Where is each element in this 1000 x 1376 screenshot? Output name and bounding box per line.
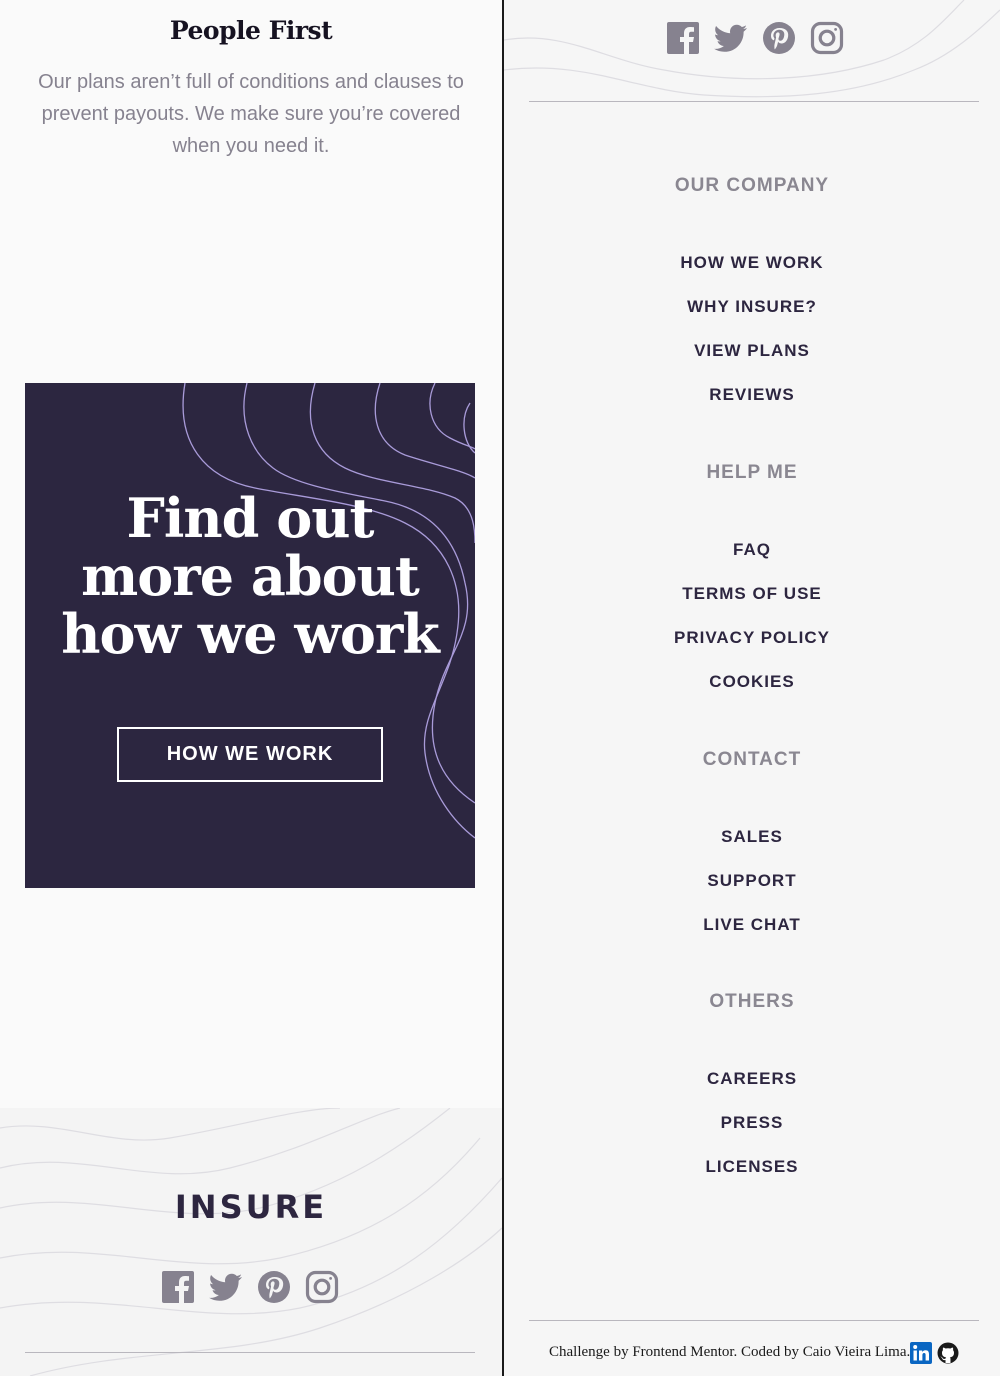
section-heading-contact: CONTACT	[702, 749, 802, 770]
pinterest-icon[interactable]	[257, 1270, 291, 1304]
section-heading-others: OTHERS	[709, 991, 795, 1012]
how-we-work-button[interactable]: HOW WE WORK	[117, 727, 383, 782]
section-heading-help-me: HELP ME	[706, 462, 798, 483]
instagram-icon[interactable]	[810, 21, 844, 55]
github-icon[interactable]	[937, 1342, 959, 1364]
nav-link-support[interactable]: SUPPORT	[504, 871, 1000, 891]
nav-link-live-chat[interactable]: LIVE CHAT	[504, 915, 1000, 935]
twitter-icon[interactable]	[209, 1270, 243, 1304]
footer-social-links	[161, 1270, 339, 1304]
nav-link-reviews[interactable]: REVIEWS	[504, 385, 1000, 405]
linkedin-icon[interactable]	[910, 1342, 932, 1364]
footer-divider	[25, 1352, 475, 1353]
attribution-links	[910, 1342, 959, 1364]
nav-link-licenses[interactable]: LICENSES	[504, 1157, 1000, 1177]
nav-link-why-insure[interactable]: WHY INSURE?	[504, 297, 1000, 317]
nav-link-faq[interactable]: FAQ	[504, 540, 1000, 560]
nav-link-how-we-work[interactable]: HOW WE WORK	[504, 253, 1000, 273]
nav-link-careers[interactable]: CAREERS	[504, 1069, 1000, 1089]
how-we-work-banner: Find out more about how we work HOW WE W…	[25, 383, 475, 888]
heading-line-1: Find out	[126, 486, 375, 550]
nav-link-press[interactable]: PRESS	[504, 1113, 1000, 1133]
top-divider	[529, 101, 979, 102]
insure-logo[interactable]: INSURE	[0, 1188, 502, 1226]
footer-brand-area: INSURE	[0, 1108, 502, 1376]
header-wave-pattern	[504, 0, 1000, 98]
banner-heading: Find out more about how we work	[25, 489, 475, 663]
footer-nav-panel: OUR COMPANY HOW WE WORK WHY INSURE? VIEW…	[504, 0, 1000, 1376]
pinterest-icon[interactable]	[762, 21, 796, 55]
bottom-divider	[529, 1320, 979, 1321]
nav-link-privacy-policy[interactable]: PRIVACY POLICY	[504, 628, 1000, 648]
twitter-icon[interactable]	[714, 21, 748, 55]
nav-link-terms-of-use[interactable]: TERMS OF USE	[504, 584, 1000, 604]
top-social-links	[666, 21, 844, 55]
footer-wave-pattern	[0, 1108, 502, 1376]
feature-description: Our plans aren’t full of conditions and …	[38, 71, 464, 157]
instagram-icon[interactable]	[305, 1270, 339, 1304]
facebook-icon[interactable]	[666, 21, 700, 55]
attribution-text: Challenge by Frontend Mentor. Coded by C…	[549, 1344, 911, 1360]
heading-line-2: more about	[81, 544, 420, 608]
section-heading-our-company: OUR COMPANY	[674, 175, 830, 196]
nav-link-cookies[interactable]: COOKIES	[504, 672, 1000, 692]
nav-link-view-plans[interactable]: VIEW PLANS	[504, 341, 1000, 361]
feature-title: People First	[169, 16, 333, 45]
nav-link-sales[interactable]: SALES	[504, 827, 1000, 847]
facebook-icon[interactable]	[161, 1270, 195, 1304]
feature-panel: People First Our plans aren’t full of co…	[0, 0, 502, 1376]
heading-line-3: how we work	[61, 602, 440, 666]
